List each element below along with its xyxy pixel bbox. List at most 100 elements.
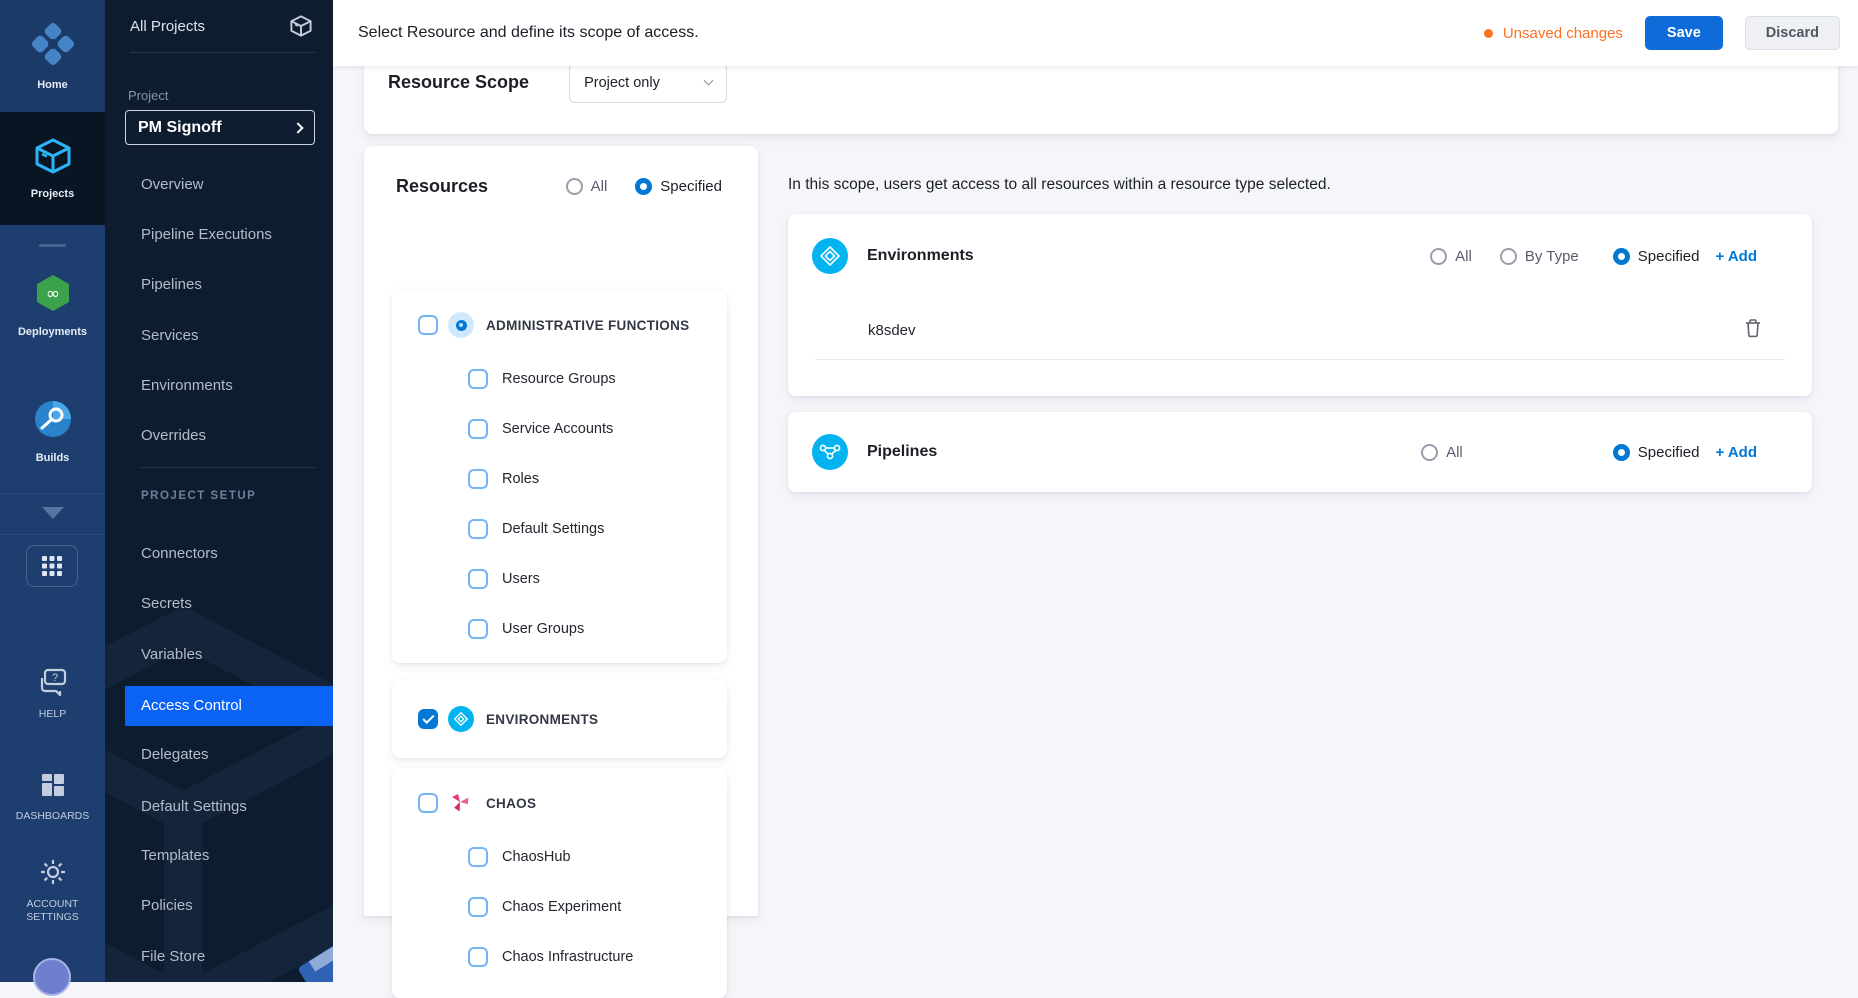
scope-info-text: In this scope, users get access to all r… [788,176,1331,194]
chevron-down-icon [704,76,714,86]
user-avatar[interactable] [33,958,71,996]
resource-scope-label: Resource Scope [388,72,529,93]
resources-specified-radio[interactable] [635,178,652,195]
administrative-functions-checkbox[interactable] [418,315,438,335]
user-groups-checkbox[interactable] [468,619,488,639]
environments-add-button[interactable]: + Add [1715,248,1757,265]
sidebar-divider [130,52,315,53]
resource-type-row: Roles [392,454,727,504]
sidebar-item-default-settings[interactable]: Default Settings [105,787,333,827]
environments-specified-radio[interactable] [1613,248,1630,265]
help-chat-icon: ? [38,668,68,701]
sidebar-item-access-control[interactable]: Access Control [125,686,333,726]
resource-type-row: Resource Groups [392,354,727,404]
discard-button[interactable]: Discard [1745,16,1840,50]
sidebar-item-connectors[interactable]: Connectors [105,534,333,574]
svg-text:?: ? [51,672,57,684]
roles-checkbox[interactable] [468,469,488,489]
module-picker-button[interactable] [26,545,78,587]
chevron-right-icon [292,122,303,133]
resource-type-row: Default Settings [392,504,727,554]
unsaved-dot-icon [1484,29,1493,38]
pipelines-specified-radio[interactable] [1613,444,1630,461]
sidebar-item-pipeline-executions[interactable]: Pipeline Executions [105,215,333,255]
service-accounts-checkbox[interactable] [468,419,488,439]
rail-item-dashboards[interactable]: DASHBOARDS [0,772,105,823]
rail-divider-dash [39,244,66,247]
rail-item-label: Projects [31,188,74,201]
module-rail: Home Projects ∞ Deployments Builds ? HEL… [0,0,105,982]
environments-detail-card: Environments All By Type Specified + Add… [788,214,1812,396]
rail-item-label: Home [37,79,68,92]
rail-item-projects[interactable]: Projects [0,112,105,225]
resources-panel-header: Resources All Specified [364,146,758,197]
resource-scope-value: Project only [584,75,705,91]
project-field-label: Project [128,88,168,103]
rail-item-account-settings[interactable]: ACCOUNT SETTINGS [0,858,105,924]
resource-type-row: Chaos Experiment [392,882,727,932]
rail-item-deployments[interactable]: ∞ Deployments [0,272,105,339]
sidebar-item-overview[interactable]: Overview [105,165,333,205]
rail-item-label: HELP [39,708,66,721]
resources-specified-label[interactable]: Specified [660,178,722,195]
card-title: Environments [867,247,974,265]
environments-by-type-radio[interactable] [1500,248,1517,265]
save-button[interactable]: Save [1645,16,1723,50]
radio-group: All By Type Specified + Add [1430,248,1757,265]
users-checkbox[interactable] [468,569,488,589]
card-header: Environments All By Type Specified + Add [788,214,1812,298]
sidebar-item-pipelines[interactable]: Pipelines [105,265,333,305]
sidebar-item-file-store[interactable]: File Store [105,937,333,977]
rail-item-home[interactable]: Home [0,0,105,112]
project-selector[interactable]: PM Signoff [125,110,315,145]
sidebar-item-policies[interactable]: Policies [105,886,333,926]
group-header: CHAOS [392,790,727,816]
resource-type-row: Users [392,554,727,604]
environment-entry-row: k8sdev [815,312,1785,360]
cube-icon [289,14,313,38]
default-settings-checkbox[interactable] [468,519,488,539]
group-title: CHAOS [486,796,536,811]
page-title: Select Resource and define its scope of … [358,24,1484,42]
sidebar-item-services[interactable]: Services [105,316,333,356]
chaoshub-checkbox[interactable] [468,847,488,867]
environments-all-radio[interactable] [1430,248,1447,265]
rail-item-help[interactable]: ? HELP [0,668,105,721]
builds-circle-icon [32,398,74,445]
sidebar-divider [141,467,315,468]
trash-icon[interactable] [1744,318,1762,343]
all-projects-header[interactable]: All Projects [105,0,333,52]
project-setup-section-title: PROJECT SETUP [141,490,256,502]
resources-all-label[interactable]: All [591,178,608,195]
resources-all-radio[interactable] [566,178,583,195]
environments-icon [812,238,848,274]
gear-icon [39,858,67,891]
project-sidebar: All Projects Project PM Signoff Overview… [105,0,333,982]
environments-checkbox[interactable] [418,709,438,729]
resource-groups-checkbox[interactable] [468,369,488,389]
sidebar-item-environments[interactable]: Environments [105,366,333,406]
card-title: Pipelines [867,443,937,461]
project-name: PM Signoff [138,119,294,137]
chaos-infrastructure-checkbox[interactable] [468,947,488,967]
sidebar-item-secrets[interactable]: Secrets [105,584,333,624]
resource-scope-select[interactable]: Project only [569,63,727,103]
chaos-experiment-checkbox[interactable] [468,897,488,917]
resource-type-row: Service Accounts [392,404,727,454]
rail-divider [0,493,105,494]
sidebar-item-delegates[interactable]: Delegates [105,735,333,775]
environments-icon [448,706,474,732]
dashboards-grid-icon [40,772,66,803]
sidebar-item-overrides[interactable]: Overrides [105,416,333,456]
pipelines-detail-card: Pipelines All Specified + Add [788,412,1812,492]
sidebar-item-variables[interactable]: Variables [105,635,333,675]
home-diamond-icon [30,21,76,72]
pipelines-all-radio[interactable] [1421,444,1438,461]
pipelines-add-button[interactable]: + Add [1715,444,1757,461]
rail-item-label: Deployments [18,326,87,339]
rail-item-builds[interactable]: Builds [0,398,105,465]
chaos-checkbox[interactable] [418,793,438,813]
chevron-down-icon[interactable] [42,507,64,519]
environment-entry-name: k8sdev [868,322,1744,339]
sidebar-item-templates[interactable]: Templates [105,836,333,876]
